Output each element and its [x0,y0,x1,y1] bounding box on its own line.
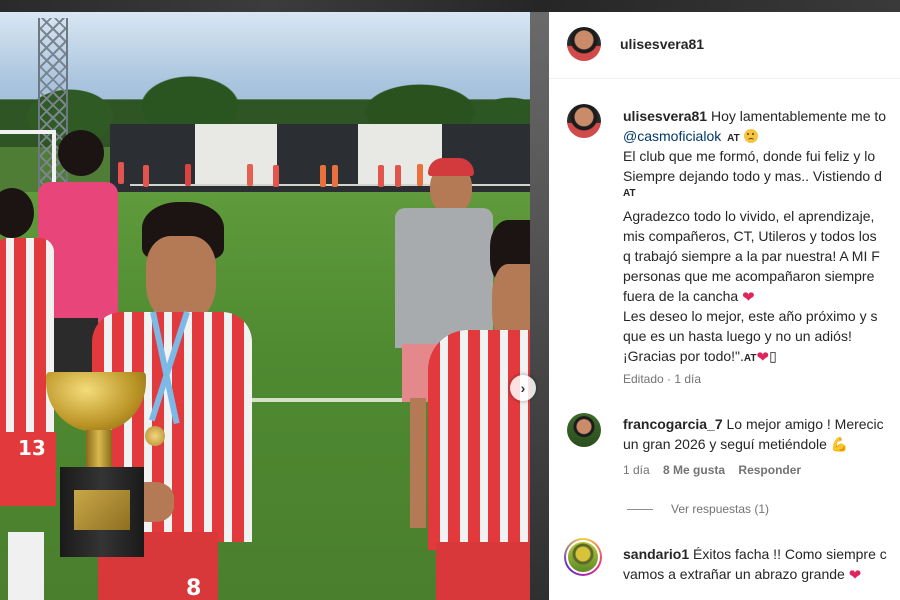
caption-text: Hoy lamentablemente me to [710,108,887,124]
commenter-avatar[interactable] [566,540,600,574]
caption-line-3: El club que me formó, donde fui feliz y … [623,148,876,164]
caption-meta: Editado · 1 día [623,372,702,386]
photo-bg-player [417,164,423,186]
comment-line-1: francogarcia_7 Lo mejor amigo ! Merecic [623,414,884,434]
photo-trophy-plate [74,490,130,530]
photo-right-player-shirt [428,330,530,550]
caption-line-10: Les deseo lo mejor, este año próximo y s [623,308,878,324]
comment-likes[interactable]: 8 Me gusta [663,463,725,477]
comment-meta: 1 día 8 Me gusta Responder [623,463,801,477]
caption-username[interactable]: ulisesvera81 [623,108,707,124]
post-panel: ulisesvera81 ulisesvera81 Hoy lamentable… [549,12,900,600]
photo-bg-player [273,165,279,187]
caption-line-6: mis compañeros, CT, Utileros y todos los [623,228,877,244]
comment-username[interactable]: francogarcia_7 [623,416,723,432]
browser-top-strip [0,0,900,12]
photo-bg-player [378,165,384,187]
photo-goal-post [0,130,56,134]
photo-main-player-face [146,236,216,324]
caption-line-4: Siempre dejando todo y mas.. Vistiendo d [623,168,882,184]
photo-bg-player [320,165,326,187]
at-badge: AT [727,133,740,144]
commenter-avatar[interactable] [567,413,601,447]
caption-line-12: ¡Gracias por todo!".AT❤▯ [623,346,777,369]
author-username[interactable]: ulisesvera81 [620,36,704,52]
at-badge: AT [623,188,636,199]
post-header: ulisesvera81 [549,12,900,79]
photo-jersey-number-left: 13 [18,436,46,460]
at-badge: AT [743,353,757,364]
reply-button[interactable]: Responder [738,463,801,477]
comment-text: vamos a extrañar un abrazo grande [623,566,845,582]
comment-username[interactable]: sandario1 [623,546,689,562]
missing-glyph: ▯ [769,348,777,364]
photo-medal [145,426,165,446]
photo-left-player-shirt [0,238,54,438]
photo-jersey-number-center: 8 [186,576,202,600]
flexed-biceps-emoji: 💪 [830,436,849,452]
chevron-right-icon: › [520,380,526,396]
caption-text: ¡Gracias por todo!". [623,348,744,364]
photo-bg-player [247,164,253,186]
comment-text: Éxitos facha !! Como siempre c [693,546,887,562]
photo-bg-player [143,165,149,187]
sad-face-emoji [743,129,758,143]
next-photo-button[interactable]: › [510,375,536,401]
photo-bg-player [332,165,338,187]
photo-grey-player-shirt [395,208,493,348]
caption-avatar[interactable] [567,104,601,138]
caption-text: fuera de la cancha [623,288,739,304]
comment-line-2: un gran 2026 y seguí metiéndole 💪 [623,434,848,454]
photo-left-player-sock [8,532,44,600]
view-replies-button[interactable]: Ver respuestas (1) [671,502,769,516]
author-avatar[interactable] [567,27,601,61]
photo-bg-player [395,165,401,187]
photo-bg-player [118,162,124,184]
caption-line-1: ulisesvera81 Hoy lamentablemente me to [623,106,886,126]
caption-line-9: fuera de la cancha ❤ [623,286,755,308]
caption-line-8: personas que me acompañaron siempre [623,268,875,284]
comment-line-1: sandario1 Éxitos facha !! Como siempre c [623,544,887,564]
photo-grey-player-leg [410,398,426,528]
replies-divider [627,509,653,510]
heart-emoji: ❤ [848,567,862,584]
photo-right-player-shorts [436,542,530,600]
heart-emoji: ❤ [756,349,770,366]
post-photo[interactable]: 13 8 [0,12,530,600]
comment-text: un gran 2026 y seguí metiéndole [623,436,827,452]
photo-bg-player [185,164,191,186]
caption-line-7: q trabajó siempre a la par nuestra! A MI… [623,248,880,264]
comment-text: Lo mejor amigo ! Merecic [726,416,884,432]
heart-emoji: ❤ [742,289,755,306]
caption-line-11: que es un hasta luego y no un adiós! [623,328,852,344]
photo-grey-player-cap [428,158,474,176]
photo-trophy-stem [86,430,112,470]
comment-line-2: vamos a extrañar un abrazo grande ❤ [623,564,861,586]
photo-pink-player-head [58,130,104,176]
photo-wall-panel [195,124,277,184]
caption-line-5: Agradezco todo lo vivido, el aprendizaje… [623,208,875,224]
caption-mention[interactable]: @casmoficialok [623,128,721,144]
comment-time[interactable]: 1 día [623,463,650,477]
